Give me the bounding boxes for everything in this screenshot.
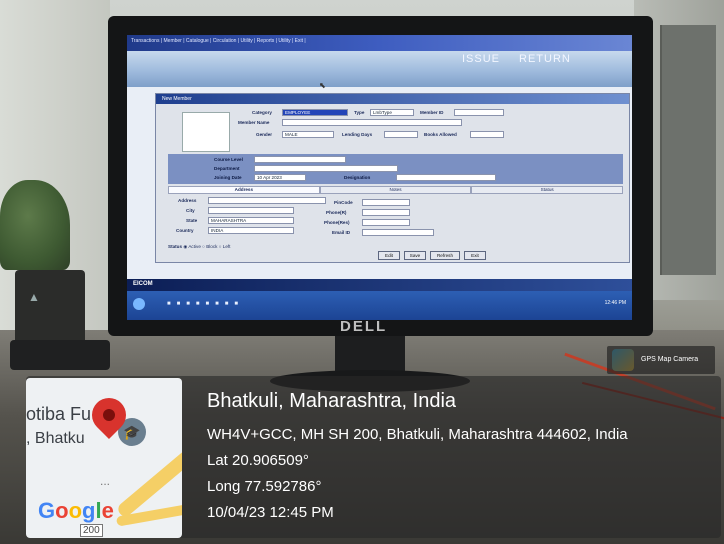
issue-link[interactable]: ISSUE: [462, 53, 500, 65]
tab-address[interactable]: Address: [168, 186, 320, 194]
location-title: Bhatkuli, Maharashtra, India: [207, 390, 457, 412]
map-place-text: otiba Fu: [26, 404, 92, 424]
new-member-dialog: New Member Category EMPLOYEE Type LmbTyp…: [155, 93, 630, 263]
return-link[interactable]: RETURN: [519, 53, 571, 65]
longitude: Long 77.592786°: [207, 478, 322, 495]
phone-res-field[interactable]: [362, 219, 410, 226]
app-banner: ISSUE RETURN: [127, 47, 632, 87]
state-field[interactable]: MAHARASHTRA: [208, 217, 294, 224]
category-label: Category: [252, 110, 272, 115]
phone-r-field[interactable]: [362, 209, 410, 216]
app-logo-bar: EICOM: [127, 279, 632, 291]
pincode-label: PinCode: [334, 200, 353, 205]
computer-logo-icon: ▲: [28, 290, 40, 304]
joining-date-field[interactable]: 10 Apr 2023: [254, 174, 306, 181]
status-active-label: Active: [188, 244, 201, 249]
type-field[interactable]: LmbType: [370, 109, 414, 116]
gender-select[interactable]: MALE: [282, 131, 334, 138]
menu-bar[interactable]: Transactions | Member | Catalogue | Circ…: [127, 35, 632, 51]
more-icon: ...: [100, 474, 111, 488]
address-label: Address: [178, 198, 197, 203]
department-select[interactable]: [254, 165, 398, 172]
books-allowed-field[interactable]: [470, 131, 504, 138]
status-radio-group: Status ◉ Active ○ Block ○ Left: [168, 244, 230, 250]
email-field[interactable]: [362, 229, 434, 236]
gps-app-label: GPS Map Camera: [607, 346, 715, 374]
route-number: 200: [80, 524, 103, 537]
phone-res-label: Phone(Res): [324, 220, 350, 225]
speaker: [10, 340, 110, 370]
pincode-field[interactable]: [362, 199, 410, 206]
status-block-radio[interactable]: ○ Block: [202, 244, 217, 249]
monitor-screen: ISSUE RETURN Transactions | Member | Cat…: [127, 35, 632, 320]
lending-days-field[interactable]: [384, 131, 418, 138]
phone-r-label: Phone(R): [326, 210, 347, 215]
dialog-title: New Member: [156, 94, 629, 104]
save-button[interactable]: Save: [404, 251, 426, 260]
course-level-select[interactable]: [254, 156, 346, 163]
address-field[interactable]: [208, 197, 326, 204]
refresh-button[interactable]: Refresh: [430, 251, 460, 260]
category-select[interactable]: EMPLOYEE: [282, 109, 348, 116]
location-map[interactable]: otiba Fu , Bhatku 🎓 ... Google 200: [26, 378, 182, 538]
designation-label: Designation: [344, 175, 371, 180]
status-active-radio[interactable]: ◉ Active: [183, 244, 201, 249]
map-pin-dot: [103, 409, 115, 421]
member-id-label: Member ID: [420, 110, 444, 115]
tab-strip: Address Notes Status: [168, 186, 624, 194]
city-field[interactable]: [208, 207, 294, 214]
status-block-label: Block: [206, 244, 218, 249]
cabinet: [660, 25, 716, 275]
country-field[interactable]: INDIA: [208, 227, 294, 234]
tab-notes[interactable]: Notes: [319, 186, 472, 194]
member-id-field[interactable]: [454, 109, 504, 116]
tab-status[interactable]: Status: [471, 186, 624, 194]
taskbar-icons[interactable]: ■■■■■■■■: [167, 301, 244, 307]
map-place-text: , Bhatku: [26, 430, 85, 447]
member-photo[interactable]: [182, 112, 230, 152]
gender-label: Gender: [256, 132, 273, 137]
department-label: Department: [214, 166, 240, 171]
designation-select[interactable]: [396, 174, 496, 181]
monitor-brand: DELL: [340, 318, 388, 335]
state-label: State: [186, 218, 198, 223]
datetime: 10/04/23 12:45 PM: [207, 504, 334, 521]
start-button[interactable]: [133, 298, 145, 310]
google-logo: Google: [38, 498, 114, 523]
edit-button[interactable]: Edit: [378, 251, 400, 260]
member-name-label: Member Name: [238, 120, 270, 125]
status-left-radio[interactable]: ○ Left: [219, 244, 231, 249]
location-address: WH4V+GCC, MH SH 200, Bhatkuli, Maharasht…: [207, 426, 628, 443]
latitude: Lat 20.906509°: [207, 452, 309, 469]
course-level-label: Course Level: [214, 157, 243, 162]
taskbar-clock: 12:46 PM: [604, 300, 626, 306]
taskbar: ■■■■■■■■ 12:46 PM: [127, 291, 632, 320]
plant: [0, 180, 70, 270]
type-label: Type: [354, 110, 365, 115]
member-name-field[interactable]: [282, 119, 462, 126]
status-label: Status: [168, 244, 183, 249]
lending-days-label: Lending Days: [342, 132, 373, 137]
city-label: City: [186, 208, 195, 213]
academic-panel: Course Level Department Joining Date 10 …: [168, 154, 623, 184]
status-left-label: Left: [222, 244, 231, 249]
email-label: Email ID: [332, 230, 351, 235]
books-allowed-label: Books Allowed: [424, 132, 457, 137]
exit-button[interactable]: Exit: [464, 251, 486, 260]
cursor-icon: ⬉: [319, 81, 326, 90]
country-label: Country: [176, 228, 194, 233]
joining-date-label: Joining Date: [214, 175, 242, 180]
